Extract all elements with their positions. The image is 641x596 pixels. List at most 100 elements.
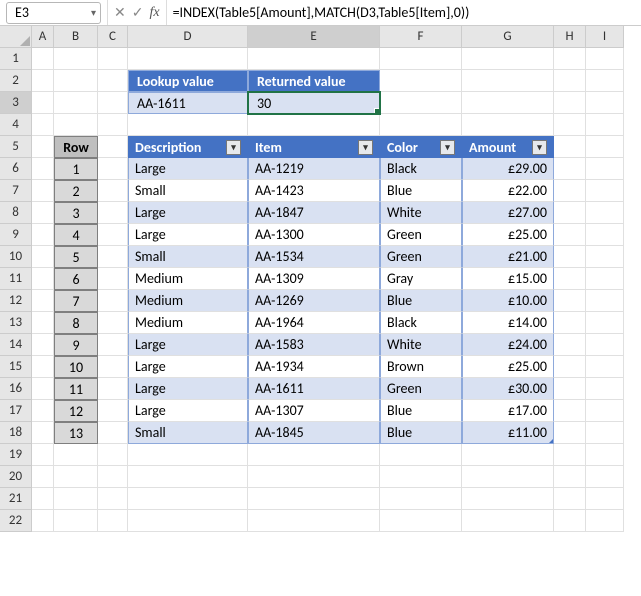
cell-A1[interactable] [32,48,54,70]
row-header-17[interactable]: 17 [0,400,32,422]
cell-A2[interactable] [32,70,54,92]
cell-G22[interactable] [462,510,554,532]
table-header-color[interactable]: Color [380,136,462,158]
cell-F22[interactable] [380,510,462,532]
cell-C7[interactable] [98,180,128,202]
cell-H20[interactable] [554,466,586,488]
table-cell-amount[interactable]: £25.00 [462,356,554,378]
row-header-18[interactable]: 18 [0,422,32,444]
cell-H6[interactable] [554,158,586,180]
cell-A13[interactable] [32,312,54,334]
table-cell-item[interactable]: AA-1534 [248,246,380,268]
cell-C11[interactable] [98,268,128,290]
table-cell-desc[interactable]: Large [128,334,248,356]
cell-G2[interactable] [462,70,554,92]
cell-H15[interactable] [554,356,586,378]
cell-A18[interactable] [32,422,54,444]
row-header-7[interactable]: 7 [0,180,32,202]
cell-B22[interactable] [54,510,98,532]
fx-icon[interactable]: fx [149,5,159,21]
cell-C4[interactable] [98,114,128,136]
table-cell-item[interactable]: AA-1964 [248,312,380,334]
cell-C12[interactable] [98,290,128,312]
filter-dropdown-icon[interactable] [532,140,547,155]
cell-D22[interactable] [128,510,248,532]
cell-D19[interactable] [128,444,248,466]
cell-B1[interactable] [54,48,98,70]
cell-A22[interactable] [32,510,54,532]
cell-C21[interactable] [98,488,128,510]
cell-H8[interactable] [554,202,586,224]
spreadsheet-grid[interactable]: ABCDEFGHI12Lookup valueReturned value3AA… [0,26,641,532]
table-cell-desc[interactable]: Large [128,202,248,224]
cell-H12[interactable] [554,290,586,312]
row-header-11[interactable]: 11 [0,268,32,290]
cell-I7[interactable] [586,180,624,202]
table-cell-item[interactable]: AA-1269 [248,290,380,312]
column-header-I[interactable]: I [586,26,624,48]
cell-A9[interactable] [32,224,54,246]
cell-I8[interactable] [586,202,624,224]
cell-C20[interactable] [98,466,128,488]
filter-dropdown-icon[interactable] [440,140,455,155]
formula-input[interactable]: =INDEX(Table5[Amount],MATCH(D3,Table5[It… [166,0,641,25]
table-cell-amount[interactable]: £29.00 [462,158,554,180]
cell-C15[interactable] [98,356,128,378]
cell-I12[interactable] [586,290,624,312]
cell-E20[interactable] [248,466,380,488]
cell-C10[interactable] [98,246,128,268]
cell-G20[interactable] [462,466,554,488]
cell-B3[interactable] [54,92,98,114]
cell-G4[interactable] [462,114,554,136]
row-header-8[interactable]: 8 [0,202,32,224]
cell-F21[interactable] [380,488,462,510]
table-cell-color[interactable]: Black [380,158,462,180]
cell-B19[interactable] [54,444,98,466]
cell-D1[interactable] [128,48,248,70]
table-cell-desc[interactable]: Large [128,356,248,378]
table-cell-desc[interactable]: Large [128,400,248,422]
table-cell-color[interactable]: Green [380,246,462,268]
table-cell-item[interactable]: AA-1934 [248,356,380,378]
table-cell-item[interactable]: AA-1309 [248,268,380,290]
cell-A21[interactable] [32,488,54,510]
cell-A7[interactable] [32,180,54,202]
table-cell-desc[interactable]: Medium [128,290,248,312]
row-header-13[interactable]: 13 [0,312,32,334]
chevron-down-icon[interactable]: ▾ [91,6,96,19]
table-cell-amount[interactable]: £21.00 [462,246,554,268]
table-cell-item[interactable]: AA-1307 [248,400,380,422]
cell-A15[interactable] [32,356,54,378]
table-cell-desc[interactable]: Large [128,158,248,180]
row-header-5[interactable]: 5 [0,136,32,158]
confirm-icon[interactable]: ✓ [132,4,144,21]
cell-E19[interactable] [248,444,380,466]
table-cell-amount[interactable]: £25.00 [462,224,554,246]
cell-E4[interactable] [248,114,380,136]
cell-C22[interactable] [98,510,128,532]
cell-B20[interactable] [54,466,98,488]
cell-B21[interactable] [54,488,98,510]
table-cell-desc[interactable]: Large [128,224,248,246]
row-header-1[interactable]: 1 [0,48,32,70]
cell-C17[interactable] [98,400,128,422]
cell-C18[interactable] [98,422,128,444]
table-cell-amount[interactable]: £15.00 [462,268,554,290]
cell-I9[interactable] [586,224,624,246]
cell-I19[interactable] [586,444,624,466]
cell-H18[interactable] [554,422,586,444]
row-header-10[interactable]: 10 [0,246,32,268]
cell-G3[interactable] [462,92,554,114]
table-cell-amount[interactable]: £11.00 [462,422,554,444]
row-header-3[interactable]: 3 [0,92,32,114]
row-header-2[interactable]: 2 [0,70,32,92]
table-cell-color[interactable]: Blue [380,400,462,422]
table-cell-amount[interactable]: £22.00 [462,180,554,202]
table-cell-item[interactable]: AA-1583 [248,334,380,356]
table-cell-desc[interactable]: Small [128,180,248,202]
cell-H16[interactable] [554,378,586,400]
cell-I15[interactable] [586,356,624,378]
cell-C16[interactable] [98,378,128,400]
cell-H5[interactable] [554,136,586,158]
table-header-desc[interactable]: Description [128,136,248,158]
